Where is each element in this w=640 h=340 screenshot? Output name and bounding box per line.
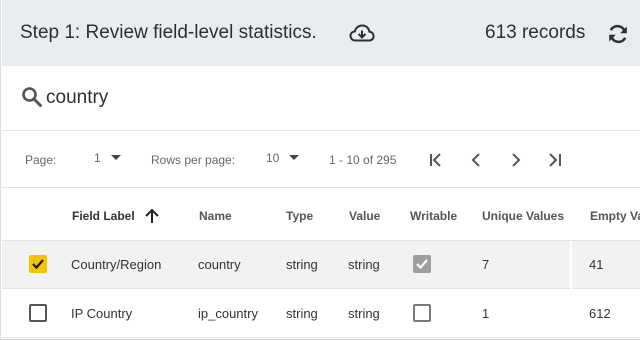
next-page-icon[interactable] [506, 150, 526, 170]
cell-unique-values: 1 [482, 306, 490, 321]
search-input[interactable] [46, 86, 446, 110]
column-header-writable[interactable]: Writable [410, 209, 457, 223]
last-page-icon[interactable] [545, 150, 565, 170]
column-header-unique-values[interactable]: Unique Values [482, 209, 564, 223]
rows-per-page-value: 10 [266, 151, 280, 165]
column-header-name[interactable]: Name [199, 209, 232, 223]
table-row[interactable]: Country/Region country string string 7 4… [2, 241, 640, 289]
pagination-bar: Page: 1 Rows per page: 10 1 - 10 of 295 [2, 131, 640, 188]
table-row[interactable]: IP Country ip_country string string 1 61… [2, 290, 640, 338]
page-select[interactable]: 1 [94, 151, 121, 169]
chevron-down-icon [289, 155, 300, 160]
writable-checkbox [413, 255, 431, 273]
cell-unique-values: 7 [482, 257, 490, 272]
cell-value: string [348, 306, 380, 321]
row-select-checkbox[interactable] [29, 255, 47, 273]
cell-empty-values: 41 [589, 257, 604, 272]
step-header: Step 1: Review field-level statistics. 6… [2, 0, 640, 66]
cell-value: string [348, 257, 380, 272]
writable-checkbox [413, 304, 431, 322]
cell-field-label: IP Country [71, 306, 133, 321]
first-page-icon[interactable] [426, 150, 446, 170]
step-title: Step 1: Review field-level statistics. [20, 22, 317, 43]
table-header: Field Label Name Type Value Writable Uni… [2, 188, 640, 241]
rows-per-page-select[interactable]: 10 [266, 151, 300, 169]
column-header-field-label[interactable]: Field Label [72, 209, 135, 223]
field-statistics-panel: Step 1: Review field-level statistics. 6… [0, 0, 640, 340]
field-search-bar [2, 66, 640, 131]
search-icon [20, 85, 44, 109]
cell-name: country [198, 257, 241, 272]
cell-name: ip_country [198, 306, 258, 321]
arrow-up-icon[interactable] [143, 207, 161, 225]
cell-type: string [286, 257, 318, 272]
previous-page-icon[interactable] [466, 150, 486, 170]
page-range: 1 - 10 of 295 [329, 153, 397, 167]
column-header-empty-values[interactable]: Empty Va [590, 209, 640, 223]
cell-empty-values: 612 [589, 306, 611, 321]
column-divider [570, 241, 572, 289]
cloud-download-icon[interactable] [348, 22, 376, 46]
page-select-value: 1 [94, 151, 101, 165]
page-label: Page: [25, 153, 57, 167]
cell-type: string [286, 306, 318, 321]
row-select-checkbox[interactable] [29, 304, 47, 322]
column-header-type[interactable]: Type [286, 209, 313, 223]
cell-field-label: Country/Region [71, 257, 162, 272]
chevron-down-icon [110, 155, 121, 160]
rows-per-page-label: Rows per page: [151, 153, 236, 167]
column-header-value[interactable]: Value [349, 209, 380, 223]
refresh-icon[interactable] [606, 22, 630, 46]
record-count: 613 records [485, 22, 586, 43]
